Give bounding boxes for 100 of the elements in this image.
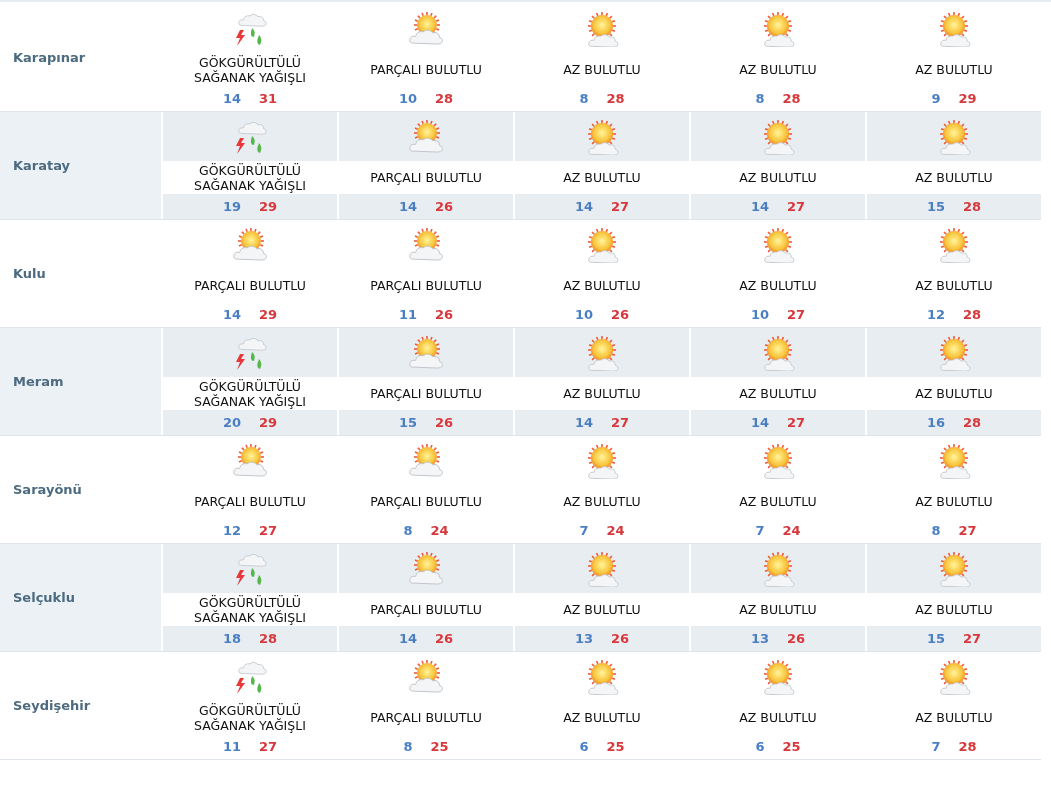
sun-behind-cloud-icon	[406, 658, 446, 695]
high-temperature: 25	[430, 739, 449, 754]
sun-behind-cloud-icon	[230, 442, 270, 479]
low-temperature: 14	[398, 199, 417, 214]
weather-condition: AZ BULUTLU	[915, 602, 993, 617]
low-temperature: 10	[750, 307, 769, 322]
low-temperature: 13	[750, 631, 769, 646]
high-temperature: 27	[259, 523, 278, 538]
weather-condition: PARÇALI BULUTLU	[370, 170, 482, 185]
low-temperature: 14	[222, 91, 241, 106]
high-temperature: 26	[435, 307, 454, 322]
low-temperature: 10	[574, 307, 593, 322]
weather-condition: AZ BULUTLU	[915, 278, 993, 293]
weather-condition: AZ BULUTLU	[563, 602, 641, 617]
low-temperature: 7	[755, 523, 765, 538]
high-temperature: 27	[787, 307, 806, 322]
weather-condition: AZ BULUTLU	[739, 278, 817, 293]
weather-condition: AZ BULUTLU	[915, 62, 993, 77]
weather-condition: AZ BULUTLU	[739, 710, 817, 725]
low-temperature: 8	[931, 523, 941, 538]
city-name: Seydişehir	[12, 697, 92, 715]
high-temperature: 28	[963, 415, 982, 430]
high-temperature: 29	[259, 199, 278, 214]
weather-condition: AZ BULUTLU	[563, 62, 641, 77]
city-name: Kulu	[12, 265, 47, 283]
sun-behind-cloud-icon	[230, 226, 270, 263]
city-name: Selçuklu	[0, 544, 161, 651]
low-temperature: 9	[931, 91, 941, 106]
weather-condition: PARÇALI BULUTLU	[370, 386, 482, 401]
weather-condition: GÖKGÜRÜLTÜLÜ SAĞANAK YAĞIŞLI	[193, 162, 307, 193]
weather-condition: PARÇALI BULUTLU	[370, 602, 482, 617]
high-temperature: 26	[435, 415, 454, 430]
low-temperature: 18	[222, 631, 241, 646]
high-temperature: 29	[259, 307, 278, 322]
sun-behind-cloud-icon	[406, 442, 446, 479]
weather-condition: GÖKGÜRÜLTÜLÜ SAĞANAK YAĞIŞLI	[193, 54, 307, 85]
low-temperature: 14	[222, 307, 241, 322]
weather-condition: GÖKGÜRÜLTÜLÜ SAĞANAK YAĞIŞLI	[193, 702, 307, 733]
high-temperature: 27	[787, 199, 806, 214]
high-temperature: 28	[606, 91, 625, 106]
low-temperature: 20	[222, 415, 241, 430]
weather-condition: PARÇALI BULUTLU	[370, 62, 482, 77]
weather-condition: PARÇALI BULUTLU	[370, 278, 482, 293]
high-temperature: 27	[787, 415, 806, 430]
low-temperature: 15	[926, 631, 945, 646]
weather-condition: GÖKGÜRÜLTÜLÜ SAĞANAK YAĞIŞLI	[193, 594, 307, 625]
low-temperature: 12	[222, 523, 241, 538]
weather-condition: AZ BULUTLU	[563, 494, 641, 509]
high-temperature: 26	[435, 199, 454, 214]
sun-behind-cloud-icon	[406, 226, 446, 263]
city-name: Sarayönü	[12, 481, 83, 499]
city-name: Karatay	[0, 112, 161, 219]
high-temperature: 24	[430, 523, 449, 538]
low-temperature: 11	[398, 307, 417, 322]
weather-condition: AZ BULUTLU	[563, 386, 641, 401]
weather-condition: AZ BULUTLU	[739, 170, 817, 185]
weather-condition: AZ BULUTLU	[563, 170, 641, 185]
weather-condition: AZ BULUTLU	[915, 386, 993, 401]
city-name: Meram	[0, 328, 161, 435]
city-name: Karapınar	[12, 49, 87, 67]
weather-condition: PARÇALI BULUTLU	[370, 710, 482, 725]
weather-condition: AZ BULUTLU	[739, 494, 817, 509]
high-temperature: 26	[611, 631, 630, 646]
high-temperature: 24	[606, 523, 625, 538]
weather-condition: AZ BULUTLU	[739, 62, 817, 77]
high-temperature: 28	[259, 631, 278, 646]
weather-condition: AZ BULUTLU	[739, 386, 817, 401]
high-temperature: 29	[958, 91, 977, 106]
high-temperature: 26	[435, 631, 454, 646]
high-temperature: 27	[259, 739, 278, 754]
weather-condition: GÖKGÜRÜLTÜLÜ SAĞANAK YAĞIŞLI	[193, 378, 307, 409]
weather-condition: AZ BULUTLU	[915, 170, 993, 185]
low-temperature: 6	[579, 739, 589, 754]
high-temperature: 27	[963, 631, 982, 646]
low-temperature: 14	[398, 631, 417, 646]
weather-condition: AZ BULUTLU	[563, 710, 641, 725]
high-temperature: 31	[259, 91, 278, 106]
high-temperature: 28	[782, 91, 801, 106]
high-temperature: 27	[611, 415, 630, 430]
low-temperature: 14	[750, 415, 769, 430]
high-temperature: 27	[611, 199, 630, 214]
sun-behind-cloud-icon	[406, 334, 446, 371]
low-temperature: 8	[403, 523, 413, 538]
low-temperature: 14	[750, 199, 769, 214]
low-temperature: 14	[574, 199, 593, 214]
low-temperature: 10	[398, 91, 417, 106]
weather-condition: AZ BULUTLU	[739, 602, 817, 617]
low-temperature: 7	[931, 739, 941, 754]
high-temperature: 25	[606, 739, 625, 754]
low-temperature: 12	[926, 307, 945, 322]
weather-condition: AZ BULUTLU	[915, 494, 993, 509]
weather-condition: AZ BULUTLU	[563, 278, 641, 293]
low-temperature: 15	[398, 415, 417, 430]
low-temperature: 13	[574, 631, 593, 646]
high-temperature: 24	[782, 523, 801, 538]
low-temperature: 15	[926, 199, 945, 214]
weather-condition: PARÇALI BULUTLU	[194, 278, 306, 293]
high-temperature: 28	[963, 199, 982, 214]
high-temperature: 26	[611, 307, 630, 322]
low-temperature: 11	[222, 739, 241, 754]
